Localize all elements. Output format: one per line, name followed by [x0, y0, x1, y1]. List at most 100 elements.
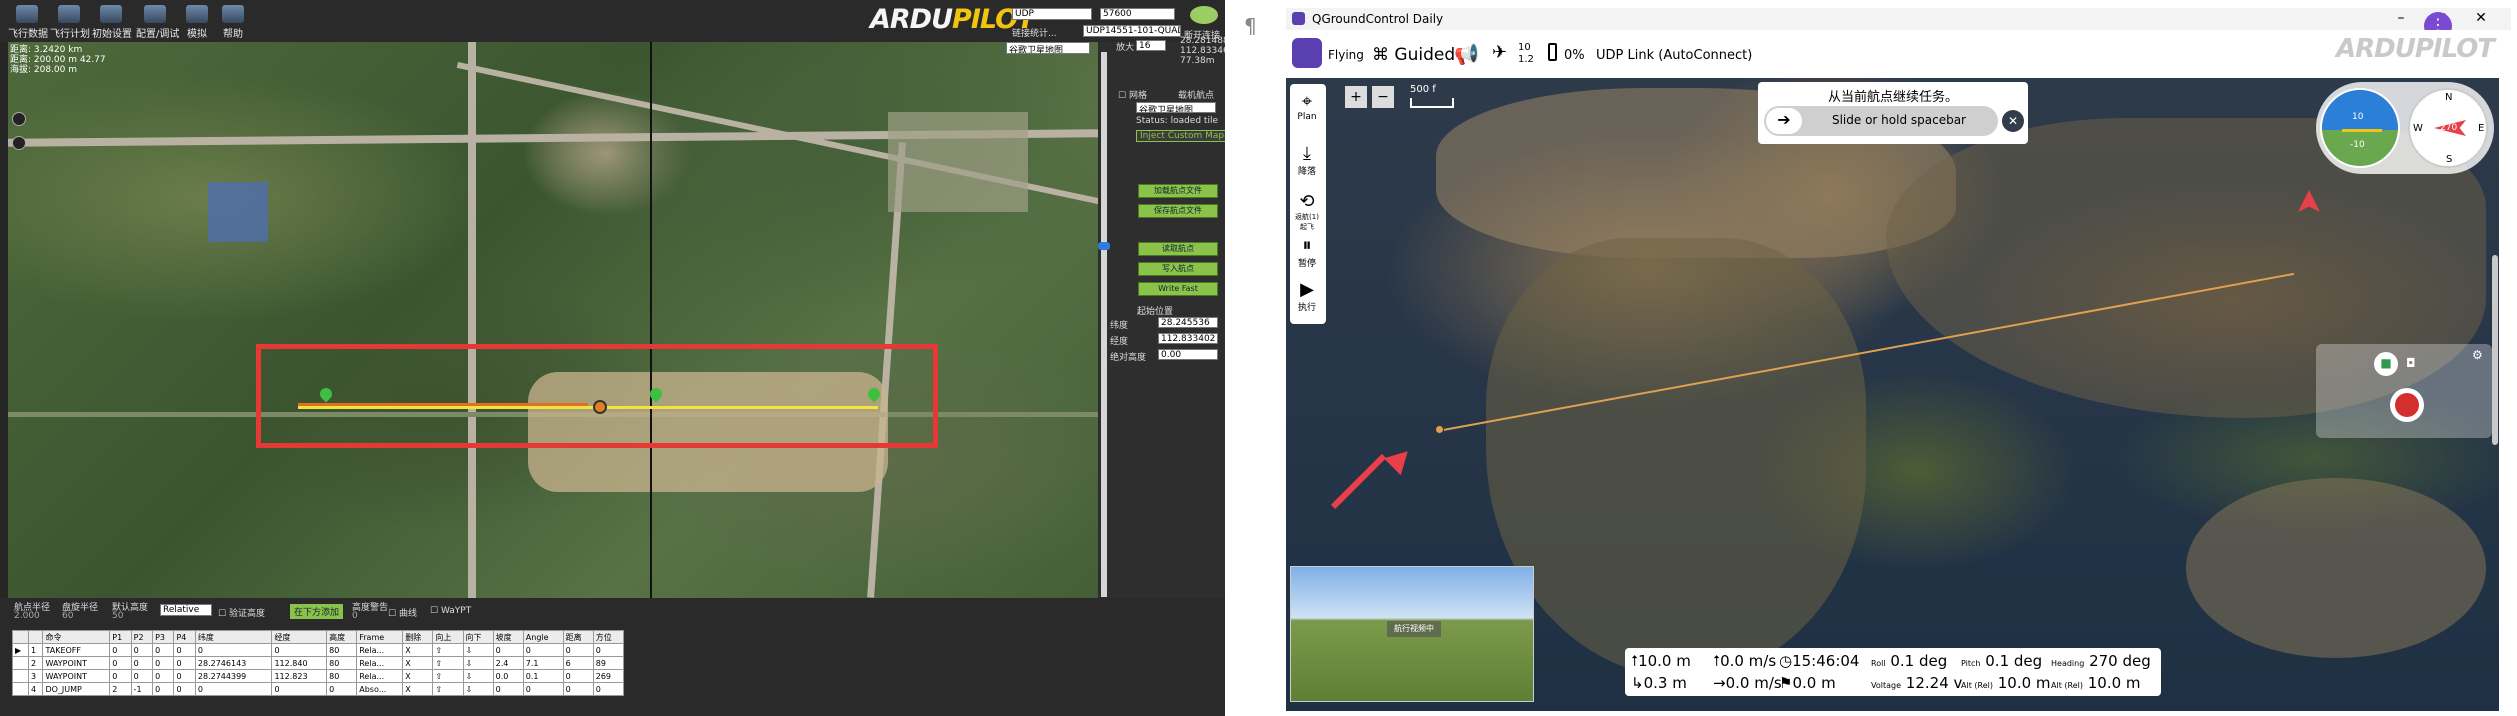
table-cell[interactable]: X: [402, 682, 434, 696]
tool-land[interactable]: ⤓ 降落: [1292, 144, 1322, 178]
table-row[interactable]: 2 WAYPOINT 0 0 0 0 28.2746143 112.840 80 Rela... X…: [12, 656, 625, 670]
table-cell[interactable]: 269: [592, 669, 625, 683]
table-cell[interactable]: 0: [173, 656, 196, 670]
zoom-out-button[interactable]: −: [1372, 86, 1394, 108]
drone-icon[interactable]: [593, 400, 607, 414]
menu-help[interactable]: 帮助: [214, 2, 252, 40]
table-cell[interactable]: 0: [326, 682, 358, 696]
table-header-cell[interactable]: 距离: [562, 630, 594, 644]
table-cell[interactable]: 6: [562, 656, 594, 670]
table-cell[interactable]: 0: [152, 669, 175, 683]
aircraft-wp-checkbox[interactable]: 载机航点: [1178, 88, 1214, 101]
table-cell[interactable]: 80: [326, 643, 358, 657]
scrollbar[interactable]: [2492, 255, 2498, 445]
table-cell[interactable]: 2.4: [492, 656, 524, 670]
alt-mode-select[interactable]: Relative: [160, 604, 212, 616]
wp-radius-value[interactable]: 2.000: [14, 611, 40, 621]
messages-icon[interactable]: 📢: [1454, 42, 1479, 66]
table-header-cell[interactable]: 坡度: [492, 630, 524, 644]
table-header-cell[interactable]: P4: [173, 630, 196, 644]
home-lat-field[interactable]: 28.245536: [1158, 317, 1218, 328]
qgc-logo-button[interactable]: [1292, 38, 1322, 68]
table-header-cell[interactable]: P3: [152, 630, 175, 644]
table-cell[interactable]: 0: [562, 643, 594, 657]
read-wps-button[interactable]: 读取航点: [1138, 242, 1218, 256]
table-cell[interactable]: ⇩: [462, 656, 494, 670]
table-cell[interactable]: X: [402, 656, 434, 670]
table-cell[interactable]: X: [402, 643, 434, 657]
table-cell[interactable]: 4: [27, 682, 44, 696]
zoom-slider[interactable]: [1098, 242, 1110, 250]
save-wp-file-button[interactable]: 保存航点文件: [1138, 204, 1218, 218]
tool-plan[interactable]: ⌖ Plan: [1292, 92, 1322, 123]
tool-rtl[interactable]: ⟲ 返航(1)起飞: [1292, 192, 1322, 232]
table-cell[interactable]: Abso...: [356, 682, 404, 696]
table-cell[interactable]: 1: [27, 643, 44, 657]
home-marker-icon[interactable]: [1435, 425, 1444, 434]
table-cell[interactable]: 80: [326, 656, 358, 670]
table-cell[interactable]: 80: [326, 669, 358, 683]
table-header-cell[interactable]: [27, 630, 44, 644]
table-cell[interactable]: 0.1: [522, 669, 564, 683]
table-cell[interactable]: 0: [194, 643, 273, 657]
table-cell[interactable]: 0: [173, 682, 196, 696]
menu-initial-setup[interactable]: 初始设置: [92, 2, 132, 40]
table-cell[interactable]: 0: [492, 682, 524, 696]
table-cell[interactable]: 0: [271, 682, 328, 696]
home-lon-field[interactable]: 112.833402: [1158, 333, 1218, 344]
table-cell[interactable]: 0: [522, 643, 564, 657]
flight-mode[interactable]: ⌘ Guided: [1372, 45, 1455, 65]
table-cell[interactable]: 0.0: [492, 669, 524, 683]
menu-config-tuning[interactable]: 配置/调试: [136, 2, 179, 40]
table-cell[interactable]: 0: [492, 643, 524, 657]
table-cell[interactable]: 7.1: [522, 656, 564, 670]
camera-settings-icon[interactable]: ⚙: [2472, 348, 2483, 362]
table-cell[interactable]: X: [402, 669, 434, 683]
table-header-cell[interactable]: Angle: [522, 630, 564, 644]
table-row[interactable]: 4 DO_JUMP 2 -1 0 0 0 0 0 Abso... X ⇧ ⇩ 0 0 0 0: [12, 682, 625, 696]
satellite-icon[interactable]: ✈: [1492, 42, 1507, 63]
table-row[interactable]: 3 WAYPOINT 0 0 0 0 28.2744399 112.823 80 Rela... X…: [12, 669, 625, 683]
table-cell[interactable]: ⇧: [432, 682, 464, 696]
table-cell[interactable]: 2: [27, 656, 44, 670]
table-cell[interactable]: 112.823: [271, 669, 328, 683]
table-cell[interactable]: WAYPOINT: [42, 656, 111, 670]
table-cell[interactable]: Rela...: [356, 669, 404, 683]
zoom-value[interactable]: 16: [1136, 40, 1166, 51]
table-cell[interactable]: 0: [130, 669, 154, 683]
battery-icon[interactable]: [1548, 43, 1557, 61]
table-header-cell[interactable]: 向上: [432, 630, 464, 644]
table-cell[interactable]: 0: [130, 643, 154, 657]
table-cell[interactable]: 28.2746143: [194, 656, 273, 670]
table-cell[interactable]: 3: [27, 669, 44, 683]
table-cell[interactable]: [12, 669, 29, 683]
baud-field[interactable]: 57600: [1100, 8, 1175, 20]
add-below-button[interactable]: 在下方添加: [290, 604, 344, 619]
table-cell[interactable]: ⇩: [462, 669, 494, 683]
table-cell[interactable]: 0: [592, 682, 625, 696]
table-cell[interactable]: 0: [271, 643, 328, 657]
table-cell[interactable]: ⇩: [462, 643, 494, 657]
connection-select[interactable]: UDP14551-101-QUADR: [1083, 25, 1181, 37]
table-cell[interactable]: ⇩: [462, 682, 494, 696]
table-cell[interactable]: 0: [173, 643, 196, 657]
map-provider-select[interactable]: 谷歌卫星地图: [1136, 102, 1216, 113]
map-type-dropdown[interactable]: 谷歌卫星地图: [1006, 42, 1090, 54]
table-cell[interactable]: 0: [194, 682, 273, 696]
alt-warning-value[interactable]: 0: [352, 611, 358, 621]
table-cell[interactable]: DO_JUMP: [42, 682, 111, 696]
table-cell[interactable]: -1: [130, 682, 154, 696]
tool-play[interactable]: ▶ 执行: [1292, 280, 1322, 314]
table-cell[interactable]: 0: [130, 656, 154, 670]
table-cell[interactable]: 0: [173, 669, 196, 683]
table-cell[interactable]: 112.840: [271, 656, 328, 670]
table-header-cell[interactable]: 删除: [402, 630, 434, 644]
table-cell[interactable]: 0: [109, 656, 132, 670]
table-header-cell[interactable]: 高度: [326, 630, 358, 644]
table-cell[interactable]: ⇧: [432, 656, 464, 670]
table-cell[interactable]: 0: [562, 669, 594, 683]
table-cell[interactable]: 0: [592, 643, 625, 657]
table-header-cell[interactable]: P2: [130, 630, 154, 644]
zoom-track[interactable]: [1101, 52, 1107, 597]
table-header-cell[interactable]: 纬度: [194, 630, 273, 644]
